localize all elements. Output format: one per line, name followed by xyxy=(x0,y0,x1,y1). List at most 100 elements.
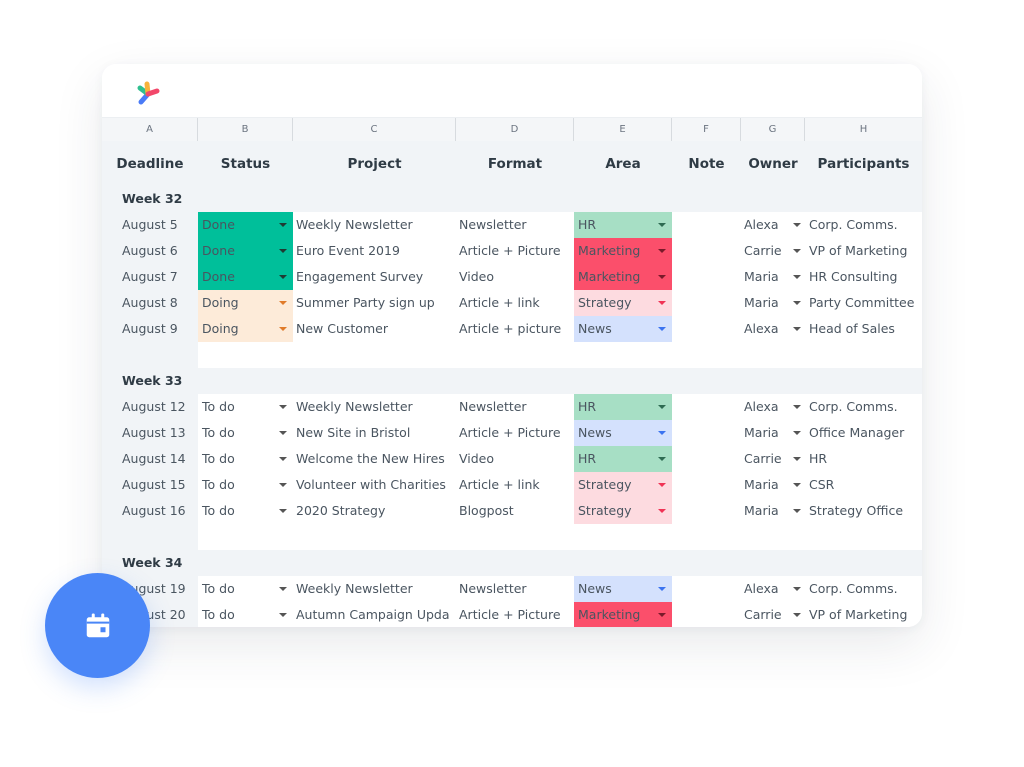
dropdown-caret-icon[interactable] xyxy=(658,223,666,227)
dropdown-caret-icon[interactable] xyxy=(793,483,801,487)
format-cell[interactable]: Article + link xyxy=(456,290,574,316)
calendar-button[interactable] xyxy=(45,573,150,678)
column-letter-f[interactable]: F xyxy=(672,118,741,141)
dropdown-caret-icon[interactable] xyxy=(793,405,801,409)
format-cell[interactable]: Blogpost xyxy=(456,498,574,524)
project-cell[interactable]: New Customer xyxy=(293,316,456,342)
format-cell[interactable]: Article + Picture xyxy=(456,238,574,264)
dropdown-caret-icon[interactable] xyxy=(793,223,801,227)
project-cell[interactable]: Weekly Newsletter xyxy=(293,576,456,602)
area-dropdown[interactable]: News xyxy=(574,420,672,446)
column-letter-e[interactable]: E xyxy=(574,118,672,141)
status-dropdown[interactable]: To do xyxy=(198,576,293,602)
status-dropdown[interactable]: To do xyxy=(198,394,293,420)
dropdown-caret-icon[interactable] xyxy=(793,509,801,513)
dropdown-caret-icon[interactable] xyxy=(793,457,801,461)
format-cell[interactable]: Newsletter xyxy=(456,394,574,420)
format-cell[interactable]: Newsletter xyxy=(456,576,574,602)
dropdown-caret-icon[interactable] xyxy=(658,327,666,331)
area-dropdown[interactable]: News xyxy=(574,576,672,602)
column-letter-d[interactable]: D xyxy=(456,118,574,141)
project-cell[interactable]: Autumn Campaign Upda xyxy=(293,602,456,627)
dropdown-caret-icon[interactable] xyxy=(279,223,287,227)
owner-dropdown[interactable]: Maria xyxy=(741,498,805,524)
owner-dropdown[interactable]: Carrie xyxy=(741,602,805,627)
owner-dropdown[interactable]: Maria xyxy=(741,290,805,316)
participants-cell[interactable]: Corp. Comms. xyxy=(805,576,922,602)
area-dropdown[interactable]: Marketing xyxy=(574,602,672,627)
project-cell[interactable]: Summer Party sign up xyxy=(293,290,456,316)
dropdown-caret-icon[interactable] xyxy=(658,301,666,305)
participants-cell[interactable]: Party Committee xyxy=(805,290,922,316)
format-cell[interactable]: Newsletter xyxy=(456,212,574,238)
column-letter-g[interactable]: G xyxy=(741,118,805,141)
owner-dropdown[interactable]: Carrie xyxy=(741,446,805,472)
dropdown-caret-icon[interactable] xyxy=(279,509,287,513)
status-dropdown[interactable]: Done xyxy=(198,238,293,264)
status-dropdown[interactable]: Doing xyxy=(198,290,293,316)
dropdown-caret-icon[interactable] xyxy=(658,587,666,591)
column-letter-h[interactable]: H xyxy=(805,118,922,141)
project-cell[interactable]: Welcome the New Hires xyxy=(293,446,456,472)
dropdown-caret-icon[interactable] xyxy=(279,587,287,591)
status-dropdown[interactable]: To do xyxy=(198,472,293,498)
format-cell[interactable]: Video xyxy=(456,264,574,290)
participants-cell[interactable]: Head of Sales xyxy=(805,316,922,342)
dropdown-caret-icon[interactable] xyxy=(793,275,801,279)
project-cell[interactable]: Engagement Survey xyxy=(293,264,456,290)
area-dropdown[interactable]: Marketing xyxy=(574,238,672,264)
project-cell[interactable]: Euro Event 2019 xyxy=(293,238,456,264)
status-dropdown[interactable]: To do xyxy=(198,498,293,524)
owner-dropdown[interactable]: Maria xyxy=(741,264,805,290)
owner-dropdown[interactable]: Carrie xyxy=(741,238,805,264)
participants-cell[interactable]: Corp. Comms. xyxy=(805,394,922,420)
dropdown-caret-icon[interactable] xyxy=(793,431,801,435)
format-cell[interactable]: Video xyxy=(456,446,574,472)
dropdown-caret-icon[interactable] xyxy=(658,457,666,461)
dropdown-caret-icon[interactable] xyxy=(658,249,666,253)
dropdown-caret-icon[interactable] xyxy=(279,483,287,487)
area-dropdown[interactable]: Marketing xyxy=(574,264,672,290)
participants-cell[interactable]: Corp. Comms. xyxy=(805,212,922,238)
status-dropdown[interactable]: Done xyxy=(198,212,293,238)
participants-cell[interactable]: HR Consulting xyxy=(805,264,922,290)
dropdown-caret-icon[interactable] xyxy=(279,457,287,461)
dropdown-caret-icon[interactable] xyxy=(658,431,666,435)
format-cell[interactable]: Article + picture xyxy=(456,316,574,342)
format-cell[interactable]: Article + link xyxy=(456,472,574,498)
status-dropdown[interactable]: To do xyxy=(198,420,293,446)
dropdown-caret-icon[interactable] xyxy=(279,249,287,253)
participants-cell[interactable]: Strategy Office xyxy=(805,498,922,524)
owner-dropdown[interactable]: Alexa xyxy=(741,576,805,602)
dropdown-caret-icon[interactable] xyxy=(279,327,287,331)
format-cell[interactable]: Article + Picture xyxy=(456,420,574,446)
owner-dropdown[interactable]: Alexa xyxy=(741,394,805,420)
status-dropdown[interactable]: Done xyxy=(198,264,293,290)
project-cell[interactable]: 2020 Strategy xyxy=(293,498,456,524)
owner-dropdown[interactable]: Maria xyxy=(741,420,805,446)
owner-dropdown[interactable]: Alexa xyxy=(741,212,805,238)
project-cell[interactable]: Weekly Newsletter xyxy=(293,394,456,420)
project-cell[interactable]: Weekly Newsletter xyxy=(293,212,456,238)
column-letter-c[interactable]: C xyxy=(293,118,456,141)
area-dropdown[interactable]: HR xyxy=(574,212,672,238)
area-dropdown[interactable]: Strategy xyxy=(574,290,672,316)
owner-dropdown[interactable]: Maria xyxy=(741,472,805,498)
project-cell[interactable]: New Site in Bristol xyxy=(293,420,456,446)
status-dropdown[interactable]: To do xyxy=(198,446,293,472)
dropdown-caret-icon[interactable] xyxy=(279,301,287,305)
dropdown-caret-icon[interactable] xyxy=(658,509,666,513)
area-dropdown[interactable]: Strategy xyxy=(574,472,672,498)
column-letter-b[interactable]: B xyxy=(198,118,293,141)
dropdown-caret-icon[interactable] xyxy=(793,613,801,617)
dropdown-caret-icon[interactable] xyxy=(793,587,801,591)
participants-cell[interactable]: VP of Marketing xyxy=(805,602,922,627)
dropdown-caret-icon[interactable] xyxy=(658,613,666,617)
format-cell[interactable]: Article + Picture xyxy=(456,602,574,627)
dropdown-caret-icon[interactable] xyxy=(279,431,287,435)
area-dropdown[interactable]: HR xyxy=(574,394,672,420)
area-dropdown[interactable]: News xyxy=(574,316,672,342)
participants-cell[interactable]: CSR xyxy=(805,472,922,498)
dropdown-caret-icon[interactable] xyxy=(279,275,287,279)
dropdown-caret-icon[interactable] xyxy=(793,249,801,253)
